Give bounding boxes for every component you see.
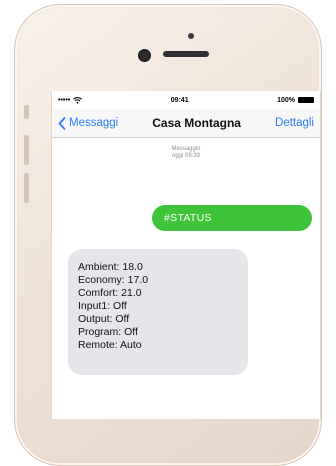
details-button[interactable]: Dettagli [275, 117, 314, 129]
timestamp-time: oggi 09:39 [171, 153, 201, 159]
status-time: 09:41 [170, 96, 189, 104]
front-camera [138, 49, 151, 62]
message-line: Output: Off [78, 313, 130, 325]
battery-percent: 100% [277, 96, 295, 104]
conversation-title: Casa Montagna [152, 116, 241, 130]
proximity-sensor [188, 33, 194, 39]
back-button[interactable]: Messaggi [58, 116, 119, 130]
battery-icon [297, 97, 314, 103]
incoming-message-bubble[interactable]: Ambient: 18.0 Economy: 17.0 Comfort: 21.… [68, 249, 248, 375]
message-line: Remote: Auto [78, 339, 142, 351]
message-line: Program: Off [78, 326, 138, 338]
wifi-icon [73, 96, 83, 104]
mute-switch [24, 105, 29, 119]
navigation-bar: Messaggi Casa Montagna Dettagli [52, 109, 320, 138]
phone-frame: ••••• 09:41 100% Messaggi Casa Montagna … [14, 4, 322, 466]
message-line: Ambient: 18.0 [78, 261, 143, 273]
phone-screen: ••••• 09:41 100% Messaggi Casa Montagna … [51, 91, 321, 419]
message-line: Comfort: 21.0 [78, 287, 142, 299]
message-line: Economy: 17.0 [78, 274, 149, 286]
outgoing-message-bubble[interactable]: #STATUS [152, 205, 312, 231]
signal-dots: ••••• [58, 96, 71, 104]
earpiece-speaker [163, 51, 209, 57]
message-timestamp: Messaggio oggi 09:39 [52, 146, 320, 160]
back-label: Messaggi [69, 117, 119, 129]
volume-up-button [24, 135, 29, 165]
status-bar: ••••• 09:41 100% [52, 91, 320, 109]
chevron-left-icon [58, 116, 66, 130]
message-line: Input1: Off [78, 300, 127, 312]
timestamp-label: Messaggio [171, 146, 201, 152]
volume-down-button [24, 173, 29, 203]
